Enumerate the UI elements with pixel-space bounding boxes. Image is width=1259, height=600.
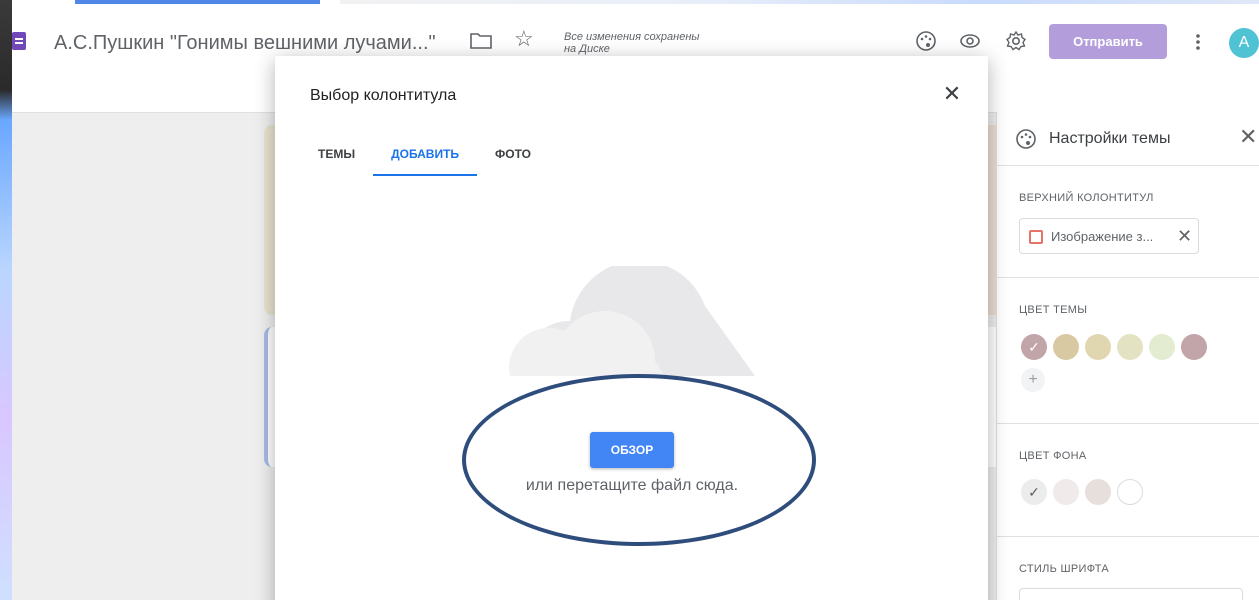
star-icon[interactable]: ☆: [514, 26, 534, 52]
color-swatch[interactable]: [1053, 479, 1079, 505]
background-color-label: ЦВЕТ ФОНА: [1019, 450, 1087, 462]
header-image-chip[interactable]: Изображение з... ✕: [1019, 218, 1199, 254]
divider: [997, 536, 1259, 537]
gear-icon[interactable]: [1005, 30, 1027, 52]
theme-color-label: ЦВЕТ ТЕМЫ: [1019, 304, 1088, 316]
color-swatch[interactable]: ✓: [1021, 479, 1047, 505]
forms-icon[interactable]: [12, 32, 26, 50]
save-status: Все изменения сохранены на Диске: [564, 31, 700, 55]
tab-themes[interactable]: ТЕМЫ: [300, 136, 373, 176]
tab-upload[interactable]: ДОБАВИТЬ: [373, 136, 478, 176]
close-icon[interactable]: ✕: [1177, 226, 1192, 247]
palette-icon[interactable]: [915, 30, 937, 52]
plus-icon[interactable]: +: [1021, 368, 1045, 392]
divider: [997, 423, 1259, 424]
color-swatch[interactable]: [1117, 479, 1143, 505]
color-swatch[interactable]: [1149, 334, 1175, 360]
close-icon[interactable]: ✕: [1239, 126, 1257, 148]
font-style-label: СТИЛЬ ШРИФТА: [1019, 563, 1110, 575]
divider: [997, 277, 1259, 278]
cloud-icon: [509, 266, 755, 376]
tab-photos[interactable]: ФОТО: [477, 136, 549, 176]
chip-label: Изображение з...: [1051, 229, 1154, 244]
color-swatch[interactable]: [1117, 334, 1143, 360]
dialog-title: Выбор колонтитула: [310, 87, 457, 104]
panel-title: Настройки темы: [1049, 130, 1171, 147]
annotation-ellipse: [462, 374, 816, 546]
panel-header: Настройки темы ✕: [997, 112, 1259, 166]
font-style-select[interactable]: [1019, 588, 1243, 600]
more-vert-icon[interactable]: [1196, 34, 1200, 50]
color-swatch[interactable]: [1085, 334, 1111, 360]
palette-icon: [1016, 129, 1036, 149]
color-swatch[interactable]: [1085, 479, 1111, 505]
send-button[interactable]: Отправить: [1049, 24, 1167, 59]
close-icon[interactable]: ✕: [942, 83, 962, 105]
avatar[interactable]: A: [1229, 28, 1259, 58]
check-icon: ✓: [1028, 484, 1040, 500]
check-icon: ✓: [1028, 339, 1040, 355]
dialog-tabs: ТЕМЫ ДОБАВИТЬ ФОТО: [300, 136, 549, 176]
document-title[interactable]: А.С.Пушкин "Гонимы вешними лучами...": [54, 32, 436, 55]
theme-settings-panel: Настройки темы ✕ ВЕРХНИЙ КОЛОНТИТУЛ Изоб…: [996, 112, 1259, 600]
header-selection-dialog: Выбор колонтитула ✕ ТЕМЫ ДОБАВИТЬ ФОТО О…: [275, 56, 988, 600]
image-icon: [1029, 230, 1043, 244]
folder-icon[interactable]: [470, 33, 492, 49]
background-window-strip: [0, 0, 12, 600]
color-swatch[interactable]: [1181, 334, 1207, 360]
header-section-label: ВЕРХНИЙ КОЛОНТИТУЛ: [1019, 192, 1154, 204]
eye-icon[interactable]: [959, 30, 981, 52]
color-swatch[interactable]: [1053, 334, 1079, 360]
color-swatch[interactable]: ✓: [1021, 334, 1047, 360]
